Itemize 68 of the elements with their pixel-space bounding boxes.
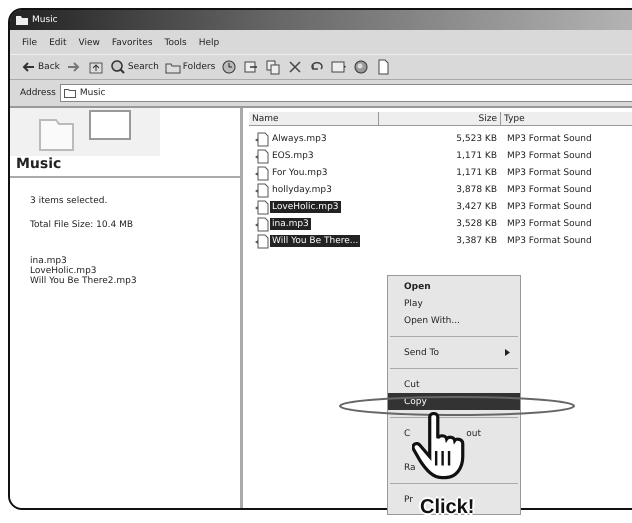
table-cell-text: 5,523 KB — [455, 134, 498, 144]
search-button[interactable]: Search — [110, 59, 159, 75]
file-name[interactable]: EOS.mp3 — [270, 150, 316, 162]
selected-file-name: ina.mp3 — [30, 256, 68, 266]
column-header[interactable]: Type — [501, 112, 632, 125]
move-to-icon — [243, 59, 260, 75]
window-title: Music — [32, 15, 58, 25]
selected-file-name: LoveHolic.mp3 — [30, 266, 98, 276]
copy-to-icon — [265, 59, 282, 75]
menu-item[interactable]: Tools — [164, 38, 187, 48]
column-header[interactable]: Name — [249, 112, 379, 125]
folder-icon — [64, 88, 76, 98]
table-cell-text: 1,171 KB — [455, 168, 498, 178]
clock-icon — [221, 59, 238, 75]
table-cell-text: MP3 Format Sound — [506, 219, 593, 229]
menu-item[interactable]: out — [466, 428, 482, 438]
delete-icon — [287, 59, 304, 75]
file-name[interactable]: Will You Be There... — [270, 235, 360, 247]
audio-file-icon — [255, 166, 269, 180]
table-cell-text: 1,171 KB — [455, 151, 498, 161]
folder-icon — [16, 15, 28, 25]
menu-item[interactable]: Favorites — [112, 38, 153, 48]
menu-item[interactable]: Edit — [49, 38, 66, 48]
table-cell-text: MP3 Format Sound — [506, 168, 593, 178]
table-cell-text: 3,878 KB — [455, 185, 498, 195]
table-cell-text: MP3 Format Sound — [506, 134, 593, 144]
table-cell-text: MP3 Format Sound — [506, 236, 593, 246]
menu-item[interactable]: File — [22, 38, 38, 48]
menu-item[interactable]: Help — [198, 38, 220, 48]
audio-file-icon — [255, 200, 269, 214]
back-button[interactable]: Back — [20, 59, 60, 75]
menu-item[interactable]: Open With... — [388, 312, 520, 329]
menu-item[interactable]: Cut — [388, 376, 520, 393]
table-cell-text: 3,387 KB — [455, 236, 498, 246]
address-field[interactable]: Music — [60, 84, 632, 102]
selected-file-name: Will You Be There2.mp3 — [30, 276, 138, 286]
menu-item[interactable]: Open — [388, 278, 520, 295]
audio-file-icon — [255, 148, 269, 164]
folders-button[interactable]: Folders — [164, 59, 216, 75]
file-name[interactable]: LoveHolic.mp3 — [270, 201, 341, 213]
column-header[interactable]: Size — [379, 112, 501, 125]
table-cell-text: 3,427 KB — [455, 202, 498, 212]
table-cell-text: 3,528 KB — [455, 219, 498, 229]
folder-heading: Music — [10, 156, 240, 178]
menu-item[interactable]: Ra — [404, 462, 416, 472]
audio-file-icon — [255, 182, 269, 198]
menu-item[interactable]: View — [78, 38, 100, 48]
audio-file-icon — [255, 234, 269, 248]
file-name[interactable]: Always.mp3 — [270, 133, 329, 145]
table-cell-text: MP3 Format Sound — [506, 202, 593, 212]
table-cell-text: MP3 Format Sound — [506, 185, 593, 195]
menu-item[interactable]: Pr — [404, 494, 413, 504]
menu-item[interactable]: C — [404, 428, 410, 438]
audio-file-icon — [255, 216, 269, 232]
total-size: Total File Size: 10.4 MB — [30, 220, 134, 230]
file-name[interactable]: For You.mp3 — [270, 167, 330, 179]
submenu-arrow-icon — [505, 349, 510, 356]
address-label: Address — [20, 88, 56, 98]
click-label: Click! — [420, 496, 474, 518]
file-name[interactable]: ina.mp3 — [270, 218, 311, 230]
table-cell-text: MP3 Format Sound — [506, 151, 593, 161]
file-name[interactable]: hollyday.mp3 — [270, 184, 334, 196]
views-icon — [331, 59, 348, 75]
audio-file-icon — [255, 132, 269, 146]
selection-summary: 3 items selected. — [30, 196, 108, 206]
search-icon — [110, 59, 126, 75]
menu-item[interactable]: Send To — [388, 344, 520, 361]
menu-item[interactable]: Play — [388, 295, 520, 312]
